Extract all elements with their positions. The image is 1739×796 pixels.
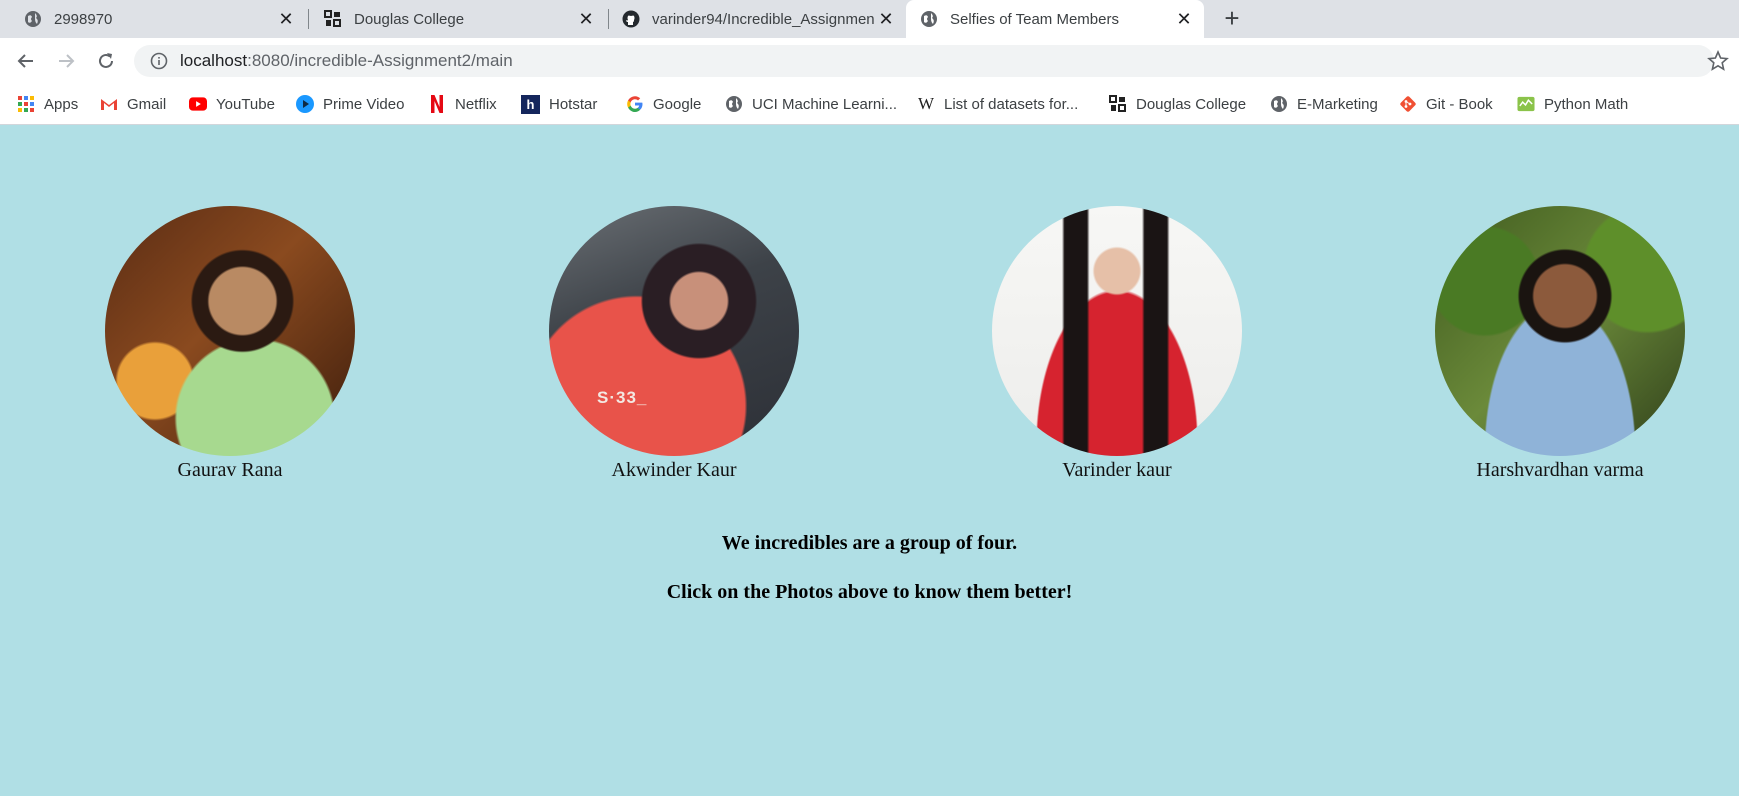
python-math-icon xyxy=(1517,95,1535,113)
tab-github-repo[interactable]: varinder94/Incredible_Assignmen ✕ xyxy=(610,0,906,38)
reload-icon[interactable] xyxy=(95,50,117,72)
url-path: :8080/incredible-Assignment2/main xyxy=(247,51,513,70)
tab-title: varinder94/Incredible_Assignmen xyxy=(652,10,875,28)
browser-toolbar: localhost:8080/incredible-Assignment2/ma… xyxy=(0,38,1739,84)
member-name: Harshvardhan varma xyxy=(1476,459,1644,481)
member-card: S·33_ Akwinder Kaur xyxy=(544,206,804,483)
globe-icon xyxy=(1270,95,1288,113)
bookmark-label: Git - Book xyxy=(1426,95,1493,113)
member-photo-harshvardhan-varma[interactable] xyxy=(1435,206,1685,456)
bookmark-e-marketing[interactable]: E-Marketing xyxy=(1270,93,1378,115)
bookmark-star-icon[interactable] xyxy=(1707,49,1729,72)
bookmark-python-math[interactable]: Python Math xyxy=(1517,93,1628,115)
member-name: Varinder kaur xyxy=(1062,459,1172,481)
close-tab-icon[interactable]: ✕ xyxy=(876,9,896,29)
bookmark-youtube[interactable]: YouTube xyxy=(189,93,275,115)
intro-text: We incredibles are a group of four. xyxy=(721,532,1018,554)
bookmark-label: Douglas College xyxy=(1136,95,1247,113)
address-bar[interactable]: localhost:8080/incredible-Assignment2/ma… xyxy=(134,45,1714,77)
douglas-college-icon xyxy=(324,10,342,28)
close-tab-icon[interactable]: ✕ xyxy=(576,9,596,29)
globe-icon xyxy=(920,10,938,28)
bookmark-label: Hotstar xyxy=(549,95,598,113)
photo-watermark: S·33_ xyxy=(597,388,648,407)
bookmark-label: Python Math xyxy=(1544,95,1629,113)
google-icon xyxy=(626,95,644,113)
bookmark-hotstar[interactable]: h Hotstar xyxy=(521,93,597,115)
bookmark-git-book[interactable]: Git - Book xyxy=(1399,93,1493,115)
prime-video-icon xyxy=(296,95,314,113)
close-tab-icon[interactable]: ✕ xyxy=(276,9,296,29)
bookmark-label: Google xyxy=(653,95,702,113)
netflix-icon xyxy=(428,95,446,113)
wikipedia-icon: W xyxy=(917,94,935,113)
bookmark-list-of-datasets[interactable]: W List of datasets for... xyxy=(917,93,1078,115)
douglas-college-icon xyxy=(1109,95,1127,113)
member-card: Harshvardhan varma xyxy=(1430,206,1690,483)
member-photo-akwinder-kaur[interactable]: S·33_ xyxy=(549,206,799,456)
tab-2998970[interactable]: 2998970 ✕ xyxy=(10,0,306,38)
globe-icon xyxy=(725,95,743,113)
bookmark-prime-video[interactable]: Prime Video xyxy=(296,93,404,115)
youtube-icon xyxy=(189,95,207,113)
member-card: Varinder kaur xyxy=(987,206,1247,483)
github-icon xyxy=(622,10,640,28)
tab-title: 2998970 xyxy=(54,10,113,28)
site-info-icon[interactable] xyxy=(150,52,168,70)
bookmark-label: Netflix xyxy=(455,95,497,113)
bookmark-label: UCI Machine Learni... xyxy=(752,95,898,113)
bookmark-gmail[interactable]: Gmail xyxy=(100,93,166,115)
globe-icon xyxy=(24,10,42,28)
member-photo-gaurav-rana[interactable] xyxy=(105,206,355,456)
git-icon xyxy=(1399,95,1417,113)
bookmark-uci-machine-learning[interactable]: UCI Machine Learni... xyxy=(725,93,897,115)
bookmark-apps[interactable]: Apps xyxy=(17,93,78,115)
bookmark-google[interactable]: Google xyxy=(626,93,701,115)
close-tab-icon[interactable]: ✕ xyxy=(1174,9,1194,29)
tab-selfies-of-team-members[interactable]: Selfies of Team Members ✕ xyxy=(906,0,1204,38)
bookmarks-bar: Apps Gmail YouTube Prime Video Netflix h… xyxy=(0,84,1739,125)
bookmark-label: YouTube xyxy=(216,95,275,113)
back-arrow-icon[interactable] xyxy=(15,50,37,72)
gmail-icon xyxy=(100,95,118,113)
tab-separator xyxy=(608,9,609,29)
page-content: Gaurav Rana S·33_ Akwinder Kaur Varinder… xyxy=(0,126,1739,796)
bookmark-label: List of datasets for... xyxy=(944,95,1079,113)
tab-separator xyxy=(308,9,309,29)
apps-grid-icon xyxy=(17,95,35,113)
bookmark-label: Apps xyxy=(44,95,79,113)
bookmark-label: Prime Video xyxy=(323,95,405,113)
call-to-action-text: Click on the Photos above to know them b… xyxy=(666,581,1073,603)
url-host: localhost xyxy=(180,51,248,70)
forward-arrow-icon[interactable] xyxy=(55,50,77,72)
bookmark-label: Gmail xyxy=(127,95,167,113)
bookmark-douglas-college[interactable]: Douglas College xyxy=(1109,93,1246,115)
bookmark-label: E-Marketing xyxy=(1297,95,1378,113)
member-card: Gaurav Rana xyxy=(100,206,360,483)
member-photo-varinder-kaur[interactable] xyxy=(992,206,1242,456)
new-tab-plus-icon[interactable]: + xyxy=(1220,5,1244,31)
tab-title: Douglas College xyxy=(354,10,465,28)
tab-strip: 2998970 ✕ Douglas College ✕ varinder94/I… xyxy=(0,0,1739,38)
tab-title: Selfies of Team Members xyxy=(950,10,1119,28)
tab-douglas-college[interactable]: Douglas College ✕ xyxy=(310,0,606,38)
bookmark-netflix[interactable]: Netflix xyxy=(428,93,497,115)
hotstar-icon: h xyxy=(521,94,540,114)
member-name: Gaurav Rana xyxy=(177,459,283,481)
member-name: Akwinder Kaur xyxy=(611,459,737,481)
